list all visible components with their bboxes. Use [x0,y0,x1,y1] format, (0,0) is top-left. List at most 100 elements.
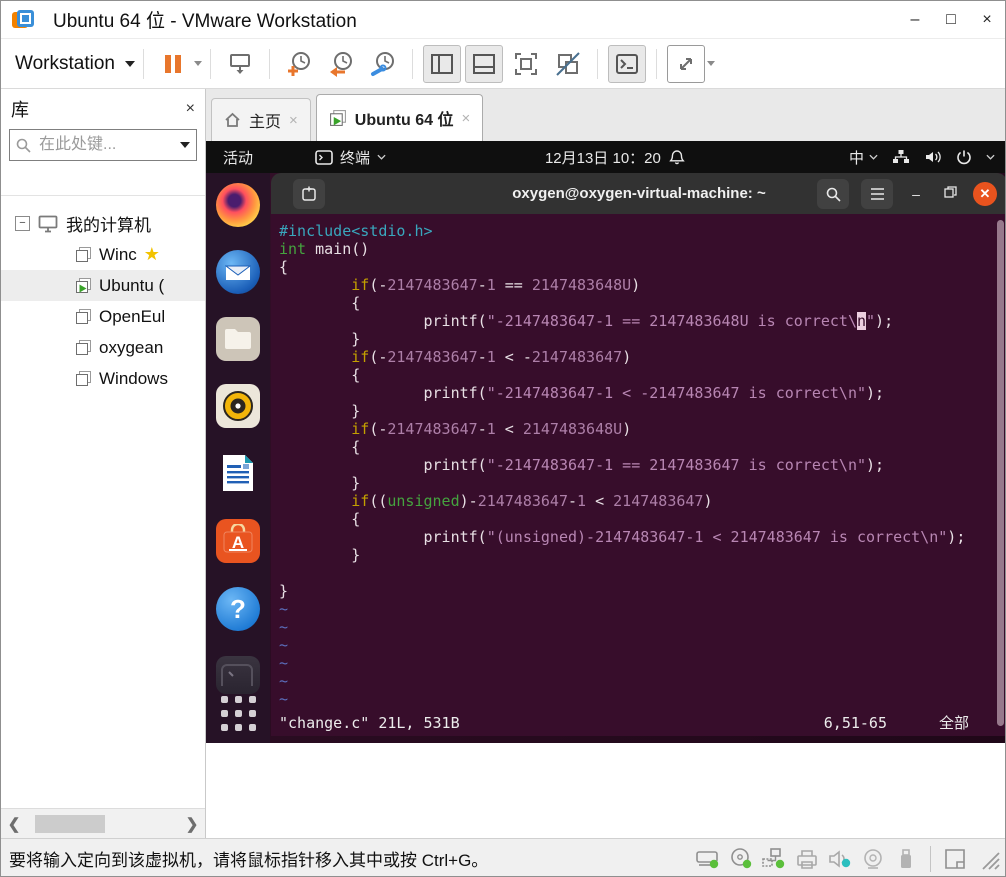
workstation-menu-button[interactable]: Workstation [15,53,135,75]
divider [596,48,598,79]
minimize-button[interactable]: – [897,3,933,37]
toggle-library-button[interactable] [422,44,461,83]
vm-name: OpenEul [99,306,166,326]
suspend-button[interactable] [154,45,192,83]
vm-icon [75,370,92,387]
manage-snapshots-button[interactable] [364,45,402,83]
suspend-dropdown-icon[interactable] [193,61,202,66]
help-icon[interactable]: ? [214,585,262,633]
vim-editor[interactable]: #include<stdio.h> int main(){ if(-2147483… [271,214,1005,736]
ubuntu-software-icon[interactable]: A [214,517,262,565]
library-vm-item[interactable]: OpenEul [1,301,205,332]
libreoffice-writer-icon[interactable] [214,449,262,497]
terminal-search-button[interactable] [817,178,849,209]
webcam-device-icon[interactable] [860,847,886,871]
stretch-dropdown-icon[interactable] [706,61,715,66]
close-button[interactable]: × [969,3,1005,37]
snapshot-take-icon [287,51,310,76]
maximize-button[interactable]: □ [933,3,969,37]
terminal-window[interactable]: oxygen@oxygen-virtual-machine: ~ – ✕ #in… [271,173,1005,736]
take-snapshot-button[interactable] [280,45,318,83]
title-bar: Ubuntu 64 位 - VMware Workstation – □ × [1,1,1005,39]
resize-grip-icon[interactable] [975,847,1001,871]
panel-bottom-icon [472,53,495,74]
library-vm-item[interactable]: oxygean [1,332,205,363]
sound-device-icon[interactable] [827,847,853,871]
search-icon [16,138,31,153]
rhythmbox-icon[interactable] [214,382,262,430]
chevron-down-icon[interactable] [986,154,995,160]
toolbar: Workstation [1,39,1005,89]
firefox-icon[interactable] [214,181,262,229]
tab-home[interactable]: 主页 × [211,98,311,141]
status-message: 要将输入定向到该虚拟机，请将鼠标指针移入其中或按 Ctrl+G。 [9,851,489,870]
terminal-scrollbar[interactable] [997,220,1004,726]
vm-name: Winc [99,244,137,264]
status-bar: 要将输入定向到该虚拟机，请将鼠标指针移入其中或按 Ctrl+G。 [1,838,1005,876]
send-keys-icon [229,53,250,74]
stretch-guest-button[interactable] [666,44,705,83]
files-icon[interactable] [214,315,262,363]
message-log-icon[interactable] [942,847,968,871]
terminal-header[interactable]: oxygen@oxygen-virtual-machine: ~ – ✕ [271,173,1005,214]
terminal-minimize-button[interactable]: – [905,186,927,202]
network-adapter-device-icon[interactable] [761,847,787,871]
search-input[interactable] [37,135,174,155]
code-line: if(-2147483647-1 < 2147483648U) [351,420,632,438]
tree-root-my-computer[interactable]: − 我的计算机 [1,208,205,239]
search-dropdown-icon[interactable] [180,142,190,148]
vm-icon [75,277,92,294]
console-icon [615,53,638,74]
library-vm-item[interactable]: Ubuntu ( [1,270,205,301]
app-grid-icon[interactable] [214,689,262,737]
unity-mode-button[interactable] [549,45,587,83]
app-menu[interactable]: 终端 [315,147,386,168]
terminal-restore-button[interactable] [939,185,961,202]
tab-ubuntu-vm[interactable]: Ubuntu 64 位 × [315,94,484,141]
ime-indicator[interactable]: 中 [849,147,878,168]
vmware-logo-icon [12,9,34,28]
printer-device-icon[interactable] [794,847,820,871]
library-hscrollbar[interactable]: ❮ ❯ [1,808,205,838]
library-close-icon[interactable]: × [186,100,195,118]
clock-label: 12月13日 10：20 [544,149,661,167]
terminal-title: oxygen@oxygen-virtual-machine: ~ [512,185,766,202]
vm-name: Windows [99,368,168,388]
revert-snapshot-button[interactable] [322,45,360,83]
divider [655,48,657,79]
scroll-left-icon[interactable]: ❮ [1,815,27,833]
activities-button[interactable]: 活动 [223,147,253,168]
cdrom-device-icon[interactable] [728,847,754,871]
thunderbird-icon[interactable] [214,248,262,296]
hscroll-thumb[interactable] [35,814,105,833]
new-tab-button[interactable] [293,178,325,209]
fullscreen-button[interactable] [507,45,545,83]
tab-close-icon[interactable]: × [289,112,298,129]
terminal-close-button[interactable]: ✕ [973,181,997,206]
clock-menu[interactable]: 12月13日 10：20 [545,147,685,168]
code-line: #include<stdio.h> [279,222,433,240]
tab-vm-label: Ubuntu 64 位 [354,112,454,129]
vim-cursor: n [856,312,867,330]
guest-display[interactable]: 活动 终端 12月13日 10：20 中 A ? oxygen@oxygen-v… [206,141,1005,743]
tab-close-icon[interactable]: × [461,110,470,127]
toggle-thumbnail-bar-button[interactable] [464,44,503,83]
harddisk-device-icon[interactable] [695,847,721,871]
power-icon[interactable] [956,149,972,165]
library-vm-item[interactable]: Windows [1,363,205,394]
library-search-box[interactable] [9,129,197,161]
library-panel: 库 × − 我的计算机 [1,89,206,838]
scroll-right-icon[interactable]: ❯ [179,815,205,833]
collapse-icon[interactable]: − [15,216,30,231]
network-icon[interactable] [892,149,910,165]
code-line: ~ [279,618,289,636]
code-line: ~ [279,636,289,654]
console-view-button[interactable] [607,44,646,83]
volume-icon[interactable] [924,149,942,165]
library-vm-item[interactable]: Winc ★ [1,239,205,270]
vm-icon [75,246,92,263]
vm-running-icon [329,110,346,126]
usb-device-icon[interactable] [893,847,919,871]
send-ctrl-alt-del-button[interactable] [221,45,259,83]
terminal-menu-button[interactable] [861,178,893,209]
